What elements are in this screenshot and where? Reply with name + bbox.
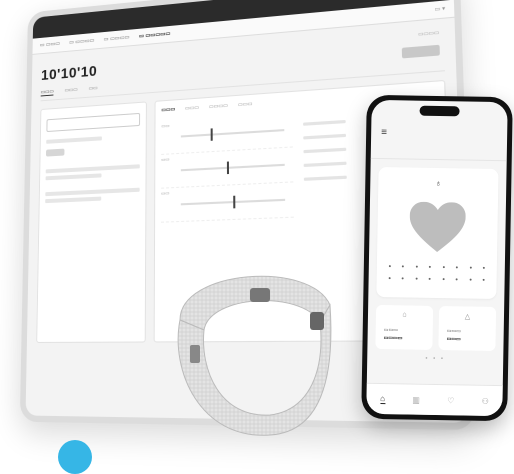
chart-icon[interactable]: ▥ <box>412 395 420 404</box>
heart-rate-card[interactable]: ♁ <box>376 166 499 300</box>
tile-title: ▭▭▭ <box>383 327 398 334</box>
tile-value: ▭▭▭ <box>446 336 461 343</box>
page-indicator: • • • <box>425 355 446 363</box>
range-row: ▭▭ <box>161 182 294 223</box>
tile-title: ▭▭▭ <box>446 328 461 335</box>
primary-action-button[interactable] <box>401 44 440 59</box>
band-clasp-icon <box>250 288 270 302</box>
band-loop-icon <box>190 345 200 363</box>
bottom-nav: ⌂ ▥ ♡ ⚇ <box>366 382 503 417</box>
activity-icon: ♁ <box>434 177 442 189</box>
range-marker <box>226 161 230 175</box>
phone-notch <box>419 105 460 117</box>
band-sensor-icon <box>310 312 324 330</box>
phone-screen: ≡ ♁ ⌂ ▭▭▭ ▭▭▭▭ △ ▭▭▭ ▭▭▭ • • • ⌂ ▥ ♡ ⚇ <box>366 99 508 417</box>
range-bar <box>180 163 285 172</box>
sub-tab-2[interactable]: ▭▭▭ <box>65 87 78 95</box>
text-line <box>45 187 140 197</box>
home-icon[interactable]: ⌂ <box>380 394 386 405</box>
text-line <box>303 147 347 154</box>
tile-value: ▭▭▭▭ <box>383 335 403 342</box>
text-line <box>45 196 102 204</box>
dot-row <box>388 265 485 269</box>
dot-row <box>388 277 485 281</box>
card-subtitle <box>377 255 497 257</box>
heart-icon[interactable]: ♡ <box>447 396 454 405</box>
range-marker <box>210 128 213 141</box>
range-label: ▭▭ <box>161 190 170 196</box>
right-tab-1[interactable]: ▭▭▭ <box>161 106 175 113</box>
stat-tiles: ⌂ ▭▭▭ ▭▭▭▭ △ ▭▭▭ ▭▭▭ <box>375 304 497 352</box>
nav-tab-1[interactable]: ▭ ▭▭▭ <box>40 41 60 49</box>
text-line <box>303 161 347 168</box>
range-label: ▭▭ <box>161 122 170 129</box>
home-icon: ⌂ <box>402 311 407 319</box>
sub-tab-1[interactable]: ▭▭▭ <box>40 88 54 97</box>
range-chart: ▭▭ ▭▭ ▭▭ <box>161 112 294 223</box>
nav-tab-3[interactable]: ▭ ▭▭▭▭ <box>104 35 130 43</box>
wristband-image <box>177 275 332 436</box>
stat-tile[interactable]: ⌂ ▭▭▭ ▭▭▭▭ <box>375 304 434 350</box>
range-label: ▭▭ <box>161 156 170 163</box>
text-line <box>303 119 346 126</box>
range-bar <box>180 129 285 138</box>
card-caption <box>378 189 498 191</box>
heart-icon <box>409 201 466 255</box>
phone-device: ≡ ♁ ⌂ ▭▭▭ ▭▭▭▭ △ ▭▭▭ ▭▭▭ • • • ⌂ ▥ ♡ ⚇ <box>361 94 513 422</box>
brand-accent-circle <box>58 440 92 474</box>
nav-tab-2[interactable]: ▭ ▭▭▭▭ <box>69 38 94 46</box>
side-values <box>303 109 348 217</box>
left-field[interactable] <box>46 112 141 133</box>
text-line <box>45 173 102 181</box>
trend-icon: △ <box>464 313 471 321</box>
sub-tab-3[interactable]: ▭▭ <box>89 85 98 93</box>
right-tab-4[interactable]: ▭▭▭ <box>238 101 252 108</box>
phone-header <box>370 137 508 162</box>
text-line <box>303 175 347 181</box>
text-line <box>46 136 102 144</box>
stat-tile[interactable]: △ ▭▭▭ ▭▭▭ <box>438 306 497 352</box>
user-menu[interactable]: ▭ ▾ <box>434 6 445 13</box>
status-badge <box>45 148 65 157</box>
text-line <box>303 133 346 140</box>
right-tab-3[interactable]: ▭▭▭▭ <box>209 103 228 110</box>
right-tab-2[interactable]: ▭▭▭ <box>185 105 199 112</box>
text-line <box>45 164 140 174</box>
person-icon[interactable]: ⚇ <box>482 396 489 405</box>
left-panel <box>36 101 147 343</box>
range-marker <box>233 195 236 209</box>
nav-tab-4[interactable]: ▭ ▭▭▭▭▭ <box>139 31 170 40</box>
